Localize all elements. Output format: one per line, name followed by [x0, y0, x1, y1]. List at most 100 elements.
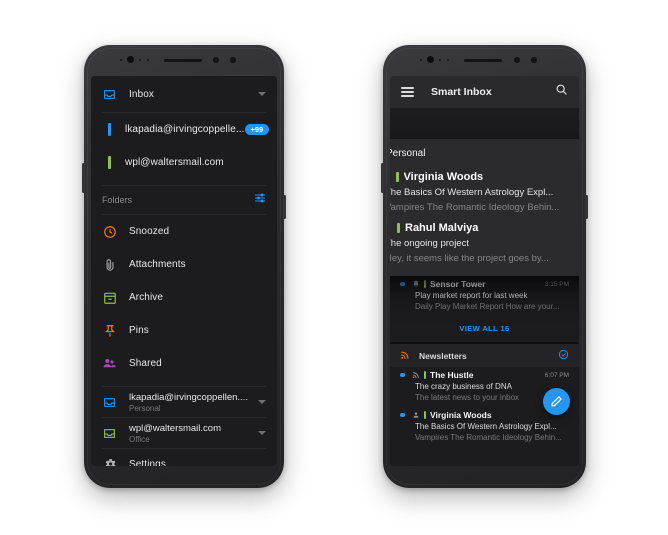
account-color-bar	[423, 280, 426, 288]
person-icon	[412, 411, 420, 419]
unread-dot	[400, 281, 405, 287]
drawer-inbox-header[interactable]: Inbox	[91, 76, 277, 112]
compose-button[interactable]	[543, 388, 570, 415]
earpiece-speaker	[464, 59, 502, 62]
list-item-sensor-tower[interactable]: Sensor Tower 3:15 PM Play market report …	[390, 276, 579, 316]
account-color-bar	[423, 411, 426, 419]
sensor-dot	[439, 59, 442, 62]
paperclip-icon	[102, 257, 117, 272]
canvas: Inbox lkapadia@irvingcoppelle... +99 wpl…	[0, 0, 668, 535]
sidebar-item-archive[interactable]: Archive	[91, 281, 277, 314]
account-color-bar	[397, 223, 400, 233]
power-button-left[interactable]	[283, 195, 286, 219]
clock-icon	[102, 224, 117, 239]
inbox-icon	[102, 395, 117, 410]
front-camera-icon	[127, 56, 134, 63]
sidebar-item-attachments[interactable]: Attachments	[91, 248, 277, 281]
hamburger-icon[interactable]	[401, 84, 414, 99]
chevron-down-icon[interactable]	[258, 400, 266, 404]
floating-card-personal: Personal	[390, 139, 579, 276]
unread-dot	[400, 372, 405, 378]
mail-sender: Sensor Tower	[430, 279, 486, 289]
mail-preview: Vampires The Romantic Ideology Behin...	[390, 202, 560, 213]
account-color-bar	[423, 371, 426, 379]
front-camera-icon	[427, 56, 434, 63]
gear-icon	[102, 457, 117, 466]
account-subtitle: Office	[129, 434, 150, 444]
mail-preview: Daily Play Market Report How are your...	[415, 302, 560, 311]
mail-subject: The crazy business of DNA	[415, 382, 512, 391]
unread-dot	[400, 412, 405, 418]
people-icon	[102, 356, 117, 371]
mail-subject: Play market report for last week	[415, 291, 528, 300]
account-color-bar	[395, 172, 399, 182]
drawer-inbox-label: Inbox	[129, 88, 154, 100]
phone-right: Smart Inbox This is automated message. D…	[381, 45, 588, 488]
folders-label: Folders	[102, 195, 133, 205]
person-icon	[390, 223, 392, 234]
phone-left: Inbox lkapadia@irvingcoppelle... +99 wpl…	[82, 45, 286, 488]
sensor-dot	[213, 57, 219, 63]
sidebar-item-shared[interactable]: Shared	[91, 347, 277, 380]
volume-button-right[interactable]	[381, 163, 384, 193]
account-color-bar	[108, 123, 111, 136]
account-color-bar	[108, 156, 111, 169]
sliders-icon[interactable]	[254, 191, 266, 209]
sidebar-item-label: Shared	[129, 358, 162, 369]
card-list-item-rahul-malviya[interactable]: Rahul Malviya 5:45 PM The ongoing projec…	[390, 219, 579, 276]
sidebar-item-label: Archive	[129, 292, 164, 303]
sidebar-item-settings[interactable]: Settings	[91, 449, 277, 466]
mail-sender: Virginia Woods	[403, 171, 484, 183]
sensor-dot	[230, 57, 236, 63]
account-email: wpl@waltersmail.com	[129, 422, 221, 434]
sensor-dot	[120, 59, 122, 61]
card-list-item-virginia-woods[interactable]: Virginia Woods 6:07 PM The Basics Of Wes…	[390, 168, 579, 219]
mail-time: 6:07 PM	[544, 371, 569, 379]
sensor-dot	[531, 57, 537, 63]
drawer-mailbox-1[interactable]: wpl@waltersmail.com	[91, 146, 277, 179]
mail-subject: The Basics Of Western Astrology Expl...	[390, 187, 554, 198]
mail-subject: The ongoing project	[390, 238, 469, 249]
sidebar-item-label: Settings	[129, 458, 166, 467]
sensor-dot	[139, 59, 142, 62]
screen-left: Inbox lkapadia@irvingcoppelle... +99 wpl…	[91, 76, 277, 466]
sidebar-item-snoozed[interactable]: Snoozed	[91, 215, 277, 248]
chevron-down-icon[interactable]	[258, 431, 266, 435]
phone-sensors-left	[84, 54, 284, 68]
chevron-down-icon[interactable]	[258, 92, 266, 96]
sensor-dot	[420, 59, 422, 61]
group-header-newsletters[interactable]: Newsletters	[390, 344, 579, 367]
mail-preview: Hey, it seems like the project goes by..…	[390, 253, 549, 264]
unread-badge: +99	[244, 123, 270, 136]
mail-sender: Rahul Malviya	[405, 222, 479, 234]
account-row-office[interactable]: wpl@waltersmail.com Office	[91, 418, 277, 448]
sensor-dot	[514, 57, 520, 63]
inbox-icon	[102, 87, 117, 102]
screen-right: Smart Inbox This is automated message. D…	[390, 76, 579, 466]
sidebar-item-label: Snoozed	[129, 226, 170, 237]
mailbox-label: lkapadia@irvingcoppelle...	[125, 124, 245, 135]
sidebar-item-pins[interactable]: Pins	[91, 314, 277, 347]
archive-box-icon	[102, 290, 117, 305]
app-bar: Smart Inbox	[390, 76, 579, 108]
check-circle-icon[interactable]	[558, 347, 569, 365]
volume-button-left[interactable]	[82, 163, 85, 193]
group-label: Newsletters	[419, 350, 467, 361]
mail-sender: The Hustle	[430, 370, 474, 380]
power-button-right[interactable]	[585, 195, 588, 219]
sensor-dot	[447, 59, 449, 61]
mail-time: 3:15 PM	[544, 280, 569, 288]
inbox-icon	[102, 426, 117, 441]
account-row-personal[interactable]: lkapadia@irvingcoppellen.... Personal	[91, 387, 277, 417]
mail-preview: Vampires The Romantic Ideology Behin...	[415, 433, 562, 442]
sensor-dot	[147, 59, 149, 61]
rss-icon	[400, 347, 410, 365]
group-header-personal[interactable]: Personal	[390, 139, 579, 168]
earpiece-speaker	[164, 59, 202, 62]
bell-icon	[412, 280, 420, 288]
mailbox-label: wpl@waltersmail.com	[125, 157, 224, 168]
view-all-button[interactable]: VIEW ALL 16	[390, 316, 579, 342]
phone-sensors-right	[383, 54, 586, 68]
drawer-mailbox-0[interactable]: lkapadia@irvingcoppelle... +99	[91, 113, 277, 146]
search-icon[interactable]	[555, 83, 568, 101]
